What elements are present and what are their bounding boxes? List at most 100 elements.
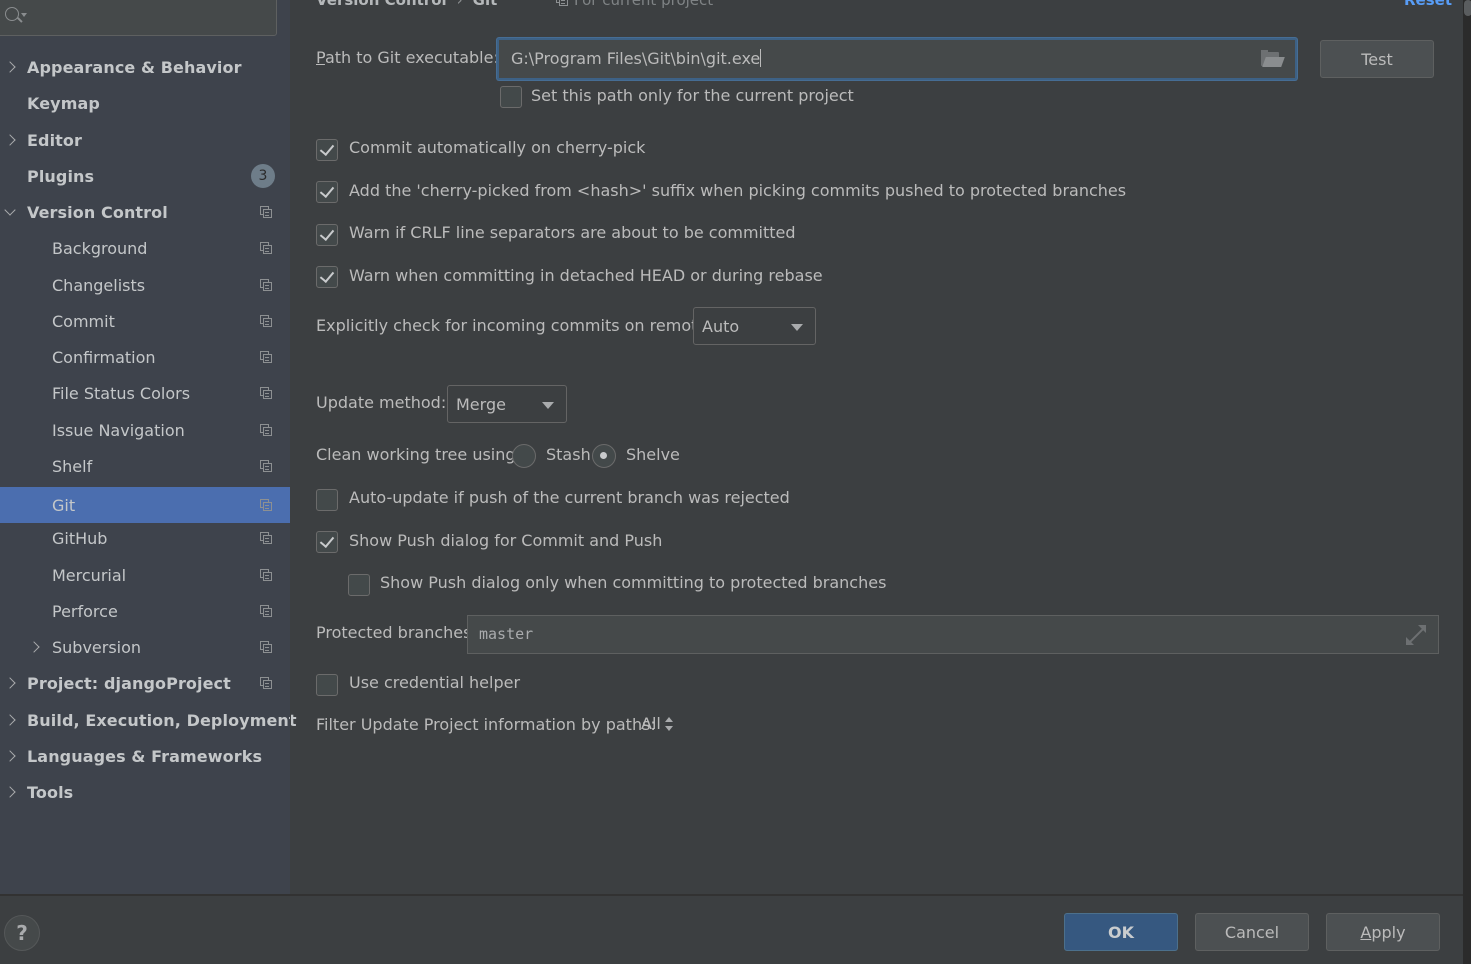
sidebar-item-commit[interactable]: Commit: [0, 303, 290, 339]
expand-icon[interactable]: [1406, 625, 1426, 645]
reset-link[interactable]: Reset: [1404, 0, 1452, 9]
stash-radio[interactable]: [512, 444, 536, 468]
sidebar-item-mercurial[interactable]: Mercurial: [0, 557, 290, 593]
protected-branches-label: Protected branches:: [316, 623, 477, 642]
warn-detached-head-checkbox[interactable]: [316, 266, 338, 288]
sidebar-item-editor[interactable]: Editor: [0, 122, 290, 158]
cherry-picked-suffix-label: Add the 'cherry-picked from <hash>' suff…: [349, 181, 1127, 200]
auto-update-label: Auto-update if push of the current branc…: [349, 488, 790, 507]
cancel-button[interactable]: Cancel: [1195, 913, 1309, 951]
show-push-protected-label: Show Push dialog only when committing to…: [380, 573, 887, 592]
project-scope-icon: [260, 424, 272, 436]
show-push-dialog-label: Show Push dialog for Commit and Push: [349, 531, 663, 550]
breadcrumb-separator: ›: [456, 0, 463, 9]
path-current-project-label: Set this path only for the current proje…: [531, 86, 854, 105]
sidebar-item-perforce[interactable]: Perforce: [0, 593, 290, 629]
sidebar-item-background[interactable]: Background: [0, 230, 290, 266]
project-scope-icon: [260, 351, 272, 363]
filter-paths-label: Filter Update Project information by pat…: [316, 715, 656, 734]
plugins-update-badge: 3: [251, 164, 275, 188]
show-push-protected-checkbox[interactable]: [348, 574, 370, 596]
project-scope-icon: [556, 0, 568, 6]
sidebar-splitter[interactable]: [290, 0, 291, 894]
shelve-label: Shelve: [626, 445, 680, 464]
show-push-dialog-checkbox[interactable]: [316, 531, 338, 553]
project-scope-icon: [260, 387, 272, 399]
warn-detached-head-label: Warn when committing in detached HEAD or…: [349, 266, 823, 285]
project-scope-icon: [260, 460, 272, 472]
sidebar-item-changelists[interactable]: Changelists: [0, 267, 290, 303]
chevron-right-icon[interactable]: [4, 61, 16, 73]
search-icon: [5, 7, 19, 21]
dropdown-arrow-icon: [542, 402, 554, 409]
scrollbar-thumb[interactable]: [1464, 0, 1471, 16]
test-button[interactable]: Test: [1320, 40, 1434, 78]
credential-helper-label: Use credential helper: [349, 673, 521, 692]
dropdown-arrow-icon: [791, 324, 803, 331]
settings-search-input[interactable]: [0, 0, 277, 36]
browse-folder-icon[interactable]: [1261, 50, 1285, 68]
apply-button[interactable]: Apply: [1326, 913, 1440, 951]
breadcrumb-item: Git: [472, 0, 498, 9]
stash-label: Stash: [546, 445, 591, 464]
help-button[interactable]: ?: [4, 915, 40, 951]
cherry-picked-suffix-checkbox[interactable]: [316, 181, 338, 203]
commit-on-cherry-pick-label: Commit automatically on cherry-pick: [349, 138, 646, 157]
commit-on-cherry-pick-checkbox[interactable]: [316, 139, 338, 161]
scope-indicator: For current project: [556, 0, 713, 9]
protected-branches-input[interactable]: master: [467, 615, 1439, 654]
breadcrumb: Version Control › Git: [316, 0, 497, 9]
sidebar-item-languages-frameworks[interactable]: Languages & Frameworks: [0, 738, 290, 774]
sidebar-item-issue-navigation[interactable]: Issue Navigation: [0, 412, 290, 448]
vertical-scrollbar[interactable]: [1463, 0, 1471, 964]
chevron-right-icon[interactable]: [4, 134, 16, 146]
update-method-dropdown[interactable]: Merge: [447, 385, 567, 423]
sidebar-item-confirmation[interactable]: Confirmation: [0, 339, 290, 375]
chevron-right-icon[interactable]: [4, 714, 16, 726]
chevron-right-icon[interactable]: [28, 641, 40, 653]
path-to-git-label: Path to Git executable:: [316, 48, 499, 67]
shelve-radio[interactable]: [592, 444, 616, 468]
sidebar-item-keymap[interactable]: Keymap: [0, 85, 290, 121]
sidebar-item-project-djangoproject[interactable]: Project: djangoProject: [0, 665, 290, 701]
sidebar-item-git[interactable]: Git: [0, 487, 290, 523]
chevron-down-icon[interactable]: [4, 203, 16, 216]
sidebar-item-tools[interactable]: Tools: [0, 774, 290, 810]
project-scope-icon: [260, 499, 272, 511]
text-cursor: [760, 49, 762, 67]
project-scope-icon: [260, 206, 272, 218]
project-scope-icon: [260, 569, 272, 581]
filter-paths-dropdown[interactable]: All: [641, 714, 673, 733]
sidebar-item-subversion[interactable]: Subversion: [0, 629, 290, 665]
project-scope-icon: [260, 279, 272, 291]
incoming-commits-dropdown[interactable]: Auto: [693, 307, 816, 345]
auto-update-checkbox[interactable]: [316, 489, 338, 511]
project-scope-icon: [260, 532, 272, 544]
project-scope-icon: [260, 242, 272, 254]
sidebar-item-appearance-behavior[interactable]: Appearance & Behavior: [0, 49, 290, 85]
credential-helper-checkbox[interactable]: [316, 674, 338, 696]
warn-crlf-label: Warn if CRLF line separators are about t…: [349, 223, 796, 242]
project-scope-icon: [260, 641, 272, 653]
chevron-right-icon[interactable]: [4, 677, 16, 689]
chevron-right-icon[interactable]: [4, 786, 16, 798]
search-options-dropdown-icon[interactable]: [21, 13, 27, 17]
project-scope-icon: [260, 677, 272, 689]
ok-button[interactable]: OK: [1064, 913, 1178, 951]
breadcrumb-item: Version Control: [316, 0, 447, 9]
sidebar-item-file-status-colors[interactable]: File Status Colors: [0, 375, 290, 411]
project-scope-icon: [260, 315, 272, 327]
warn-crlf-checkbox[interactable]: [316, 224, 338, 246]
sidebar-item-version-control[interactable]: Version Control: [0, 194, 290, 230]
git-path-input[interactable]: G:\Program Files\Git\bin\git.exe: [497, 38, 1297, 80]
sidebar-item-plugins[interactable]: Plugins 3: [0, 158, 290, 194]
incoming-commits-label: Explicitly check for incoming commits on…: [316, 316, 721, 335]
chevron-right-icon[interactable]: [4, 750, 16, 762]
up-down-arrows-icon: [664, 716, 673, 731]
clean-tree-label: Clean working tree using:: [316, 445, 521, 464]
path-current-project-checkbox[interactable]: [500, 86, 522, 108]
sidebar-item-shelf[interactable]: Shelf: [0, 448, 290, 484]
sidebar-item-build-execution-deployment[interactable]: Build, Execution, Deployment: [0, 702, 297, 738]
settings-sidebar: Appearance & Behavior Keymap Editor Plug…: [0, 0, 297, 894]
sidebar-item-github[interactable]: GitHub: [0, 520, 290, 556]
